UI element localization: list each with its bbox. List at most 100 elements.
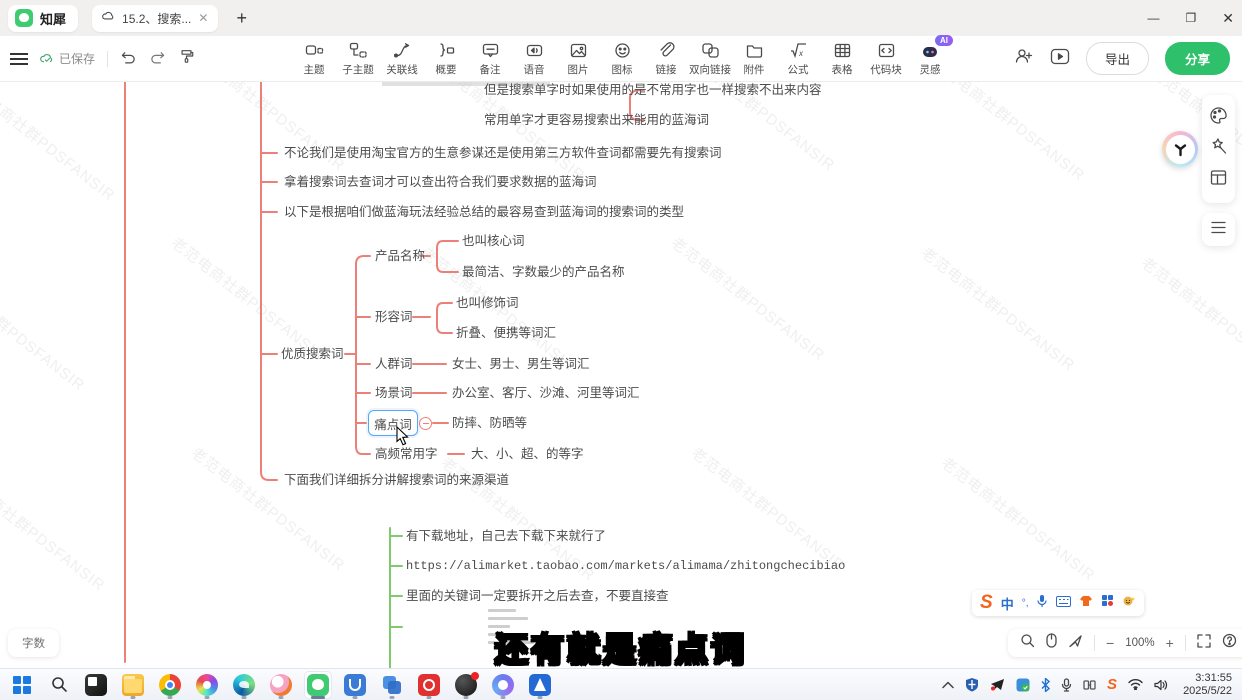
tray-ime-indicator-icon[interactable] [1083,679,1096,691]
mindmap-node[interactable]: 里面的关键词一定要拆开之后去查，不要直接查 [406,588,669,604]
tray-sogou-icon[interactable]: S [1107,676,1117,693]
mindmap-canvas[interactable]: 老范电商社群PDSFANSIR 老范电商社群PDSFANSIR 老范电商社群PD… [0,82,1242,668]
window-close-button[interactable]: ✕ [1222,10,1234,27]
ime-keyboard-icon[interactable] [1056,594,1071,612]
mindmap-node[interactable]: 常用单字才更容易搜索出来能用的蓝海词 [484,112,709,128]
ime-mode-indicator[interactable]: 中 [1001,594,1014,613]
mindmap-node[interactable]: 以下是根据咱们做蓝海玩法经验总结的最容易查到蓝海词的搜索词的类型 [284,204,684,220]
ime-punctuation-icon[interactable]: °, [1022,598,1029,609]
taskbar-app-dark-sphere[interactable] [452,671,480,699]
mindmap-node[interactable]: 办公室、客厅、沙滩、河里等词汇 [452,385,640,401]
mindmap-node[interactable]: 有下载地址，自己去下载下来就行了 [406,528,606,544]
outline-list-icon[interactable] [1209,220,1228,240]
tool-link[interactable]: 链接 [644,40,688,77]
mindmap-node-url[interactable]: https://alimarket.taobao.com/markets/ali… [406,558,845,574]
taskbar-search-icon[interactable] [45,671,73,699]
tray-bluetooth-icon[interactable] [1041,678,1050,692]
mindmap-node[interactable]: 场景词 [375,385,413,401]
mindmap-node[interactable]: 女士、男士、男生等词汇 [452,356,590,372]
mindmap-node[interactable]: 拿着搜索词去查词才可以查出符合我们要求数据的蓝海词 [284,174,597,190]
tool-icon[interactable]: 图标 [600,40,644,77]
taskbar-app-blue-u[interactable] [341,671,369,699]
tray-volume-icon[interactable] [1154,679,1168,691]
theme-palette-icon[interactable] [1209,106,1228,130]
mindmap-node[interactable]: 但是搜索单字时如果使用的是不常用字也一样搜索不出来内容 [484,82,822,98]
search-icon[interactable] [1020,633,1035,653]
mindmap-node[interactable]: 高频常用字 [375,446,438,462]
export-button[interactable]: 导出 [1086,42,1149,75]
tray-telegram-icon[interactable] [990,678,1005,691]
help-icon[interactable] [1222,633,1237,653]
mindmap-node[interactable]: 优质搜索词 [281,346,344,362]
taskbar-chrome[interactable] [156,671,184,699]
tool-note[interactable]: 备注 [468,40,512,77]
undo-icon[interactable] [120,49,137,69]
tool-attachment[interactable]: 附件 [732,40,776,77]
mindmap-node[interactable]: 人群词 [375,356,413,372]
mindmap-node[interactable]: 也叫修饰词 [456,295,519,311]
mindmap-node[interactable]: 不论我们是使用淘宝官方的生意参谋还是使用第三方软件查词都需要先有搜索词 [284,145,722,161]
beautify-wand-icon[interactable] [1209,137,1228,161]
taskbar-app-ring[interactable] [489,671,517,699]
tray-wifi-icon[interactable] [1128,679,1143,690]
mindmap-node[interactable]: 产品名称 [375,248,425,264]
tool-image[interactable]: 图片 [556,40,600,77]
tray-shield-icon[interactable] [965,677,979,692]
document-tab[interactable]: 15.2、搜索... ✕ [92,5,218,32]
taskbar-file-explorer[interactable] [119,671,147,699]
ime-toolbox-icon[interactable] [1101,594,1114,612]
ime-mic-icon[interactable] [1036,594,1048,613]
drag-mode-icon[interactable] [1068,634,1083,653]
mindmap-node[interactable]: 下面我们详细拆分讲解搜索词的来源渠道 [284,472,509,488]
taskbar-app-dark[interactable] [82,671,110,699]
tool-bidirectional-link[interactable]: 双向链接 [688,40,732,77]
word-count-chip[interactable]: 字数 [8,629,59,657]
collaborate-icon[interactable] [1014,47,1034,70]
taskbar-zhixi-active[interactable] [304,671,332,699]
taskbar-edge[interactable] [230,671,258,699]
video-tutorial-icon[interactable] [1050,48,1070,70]
mindmap-node[interactable]: 防摔、防晒等 [452,415,527,431]
taskbar-clock[interactable]: 3:31:55 2025/5/22 [1183,672,1232,698]
tray-app-icon[interactable] [1016,678,1030,692]
tool-voice[interactable]: 语音 [512,40,556,77]
ime-skin-icon[interactable] [1079,594,1093,612]
redo-icon[interactable] [149,49,166,69]
tab-close-icon[interactable]: ✕ [198,11,208,25]
mindmap-node[interactable]: 折叠、便携等词汇 [456,325,556,341]
taskbar-app-red[interactable] [415,671,443,699]
sogou-logo-icon[interactable]: S [980,592,993,614]
tool-subtopic[interactable]: 子主题 [336,40,380,77]
tray-mic-icon[interactable] [1061,678,1072,692]
ai-assistant-fab[interactable] [1162,131,1198,167]
mindmap-node[interactable]: 形容词 [375,309,413,325]
mindmap-node[interactable]: 大、小、超、的等字 [471,446,584,462]
layout-structure-icon[interactable] [1209,168,1228,192]
start-button[interactable] [8,671,36,699]
window-restore-button[interactable]: ❐ [1186,11,1197,25]
tool-summary[interactable]: 概要 [424,40,468,77]
tool-table[interactable]: 表格 [820,40,864,77]
mouse-mode-icon[interactable] [1046,633,1057,653]
taskbar-app-blue-sail[interactable] [526,671,554,699]
taskbar-app-orange[interactable] [267,671,295,699]
mindmap-node[interactable]: 也叫核心词 [462,233,525,249]
taskbar-app-squares[interactable] [378,671,406,699]
share-button[interactable]: 分享 [1165,42,1230,75]
zoom-in-button[interactable]: + [1166,635,1174,651]
tool-topic[interactable]: 主题 [292,40,336,77]
tool-code-block[interactable]: 代码块 [864,40,908,77]
zoom-out-button[interactable]: − [1106,635,1114,651]
collapse-toggle[interactable] [419,417,432,430]
format-painter-icon[interactable] [178,48,195,69]
menu-icon[interactable] [10,53,28,65]
tool-inspiration-ai[interactable]: AI 灵感 [908,40,952,77]
taskbar-browser-swirl[interactable] [193,671,221,699]
ime-emoji-icon[interactable] [1122,594,1136,612]
new-tab-button[interactable]: + [236,8,247,29]
tool-formula[interactable]: x 公式 [776,40,820,77]
window-minimize-button[interactable]: — [1148,11,1160,25]
tray-chevron-icon[interactable] [942,681,954,689]
mindmap-node[interactable]: 最简洁、字数最少的产品名称 [462,264,625,280]
fullscreen-icon[interactable] [1197,634,1211,653]
